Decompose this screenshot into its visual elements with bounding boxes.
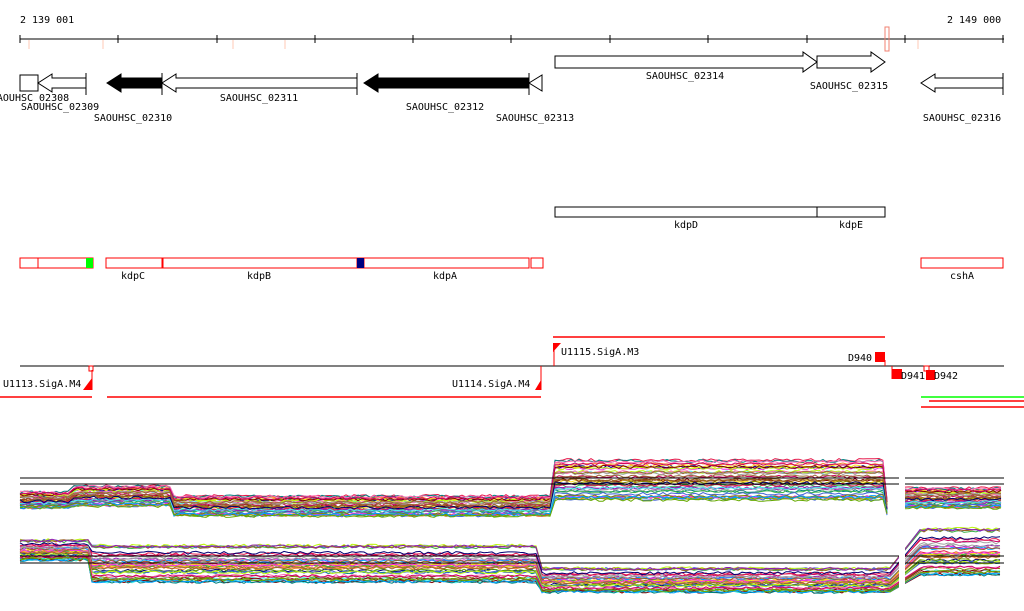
- operon-label: kdpD: [674, 220, 698, 231]
- operon-label: kdpE: [839, 220, 863, 231]
- feature-label: U1113.SigA.M4: [3, 379, 81, 390]
- operon-block[interactable]: [37, 257, 94, 269]
- expression-profiles: [19, 457, 1004, 600]
- operon-label: kdpC: [121, 271, 145, 282]
- gene-arrow[interactable]: [106, 73, 163, 93]
- gene-track: SAOUHSC_02308SAOUHSC_02309SAOUHSC_02310S…: [0, 51, 1004, 124]
- gene-arrow[interactable]: [37, 73, 87, 93]
- marker-green: [86, 258, 93, 268]
- gene-saouhsc_02312[interactable]: SAOUHSC_02312: [363, 73, 530, 113]
- gene-arrow[interactable]: [816, 51, 886, 73]
- marker-navy: [357, 258, 364, 268]
- operon-label: kdpA: [433, 271, 457, 282]
- promoter-marker[interactable]: [83, 378, 92, 390]
- gene-arrow[interactable]: [363, 73, 530, 93]
- operon-block[interactable]: [19, 257, 39, 269]
- feature-label: U1115.SigA.M3: [561, 347, 639, 358]
- gene-saouhsc_02316[interactable]: SAOUHSC_02316: [920, 73, 1004, 124]
- ruler-start-label: 2 139 001: [20, 15, 74, 26]
- terminator-marker[interactable]: [875, 352, 885, 362]
- operon-block[interactable]: [530, 257, 544, 269]
- feature-label: D940: [848, 353, 872, 364]
- operon-label: kdpB: [247, 271, 271, 282]
- gene-label: SAOUHSC_02315: [810, 81, 888, 92]
- operon-block[interactable]: [363, 257, 530, 269]
- gene-arrow[interactable]: [554, 51, 818, 73]
- gene-arrow[interactable]: [161, 73, 358, 93]
- operon-label: cshA: [950, 271, 974, 282]
- gene-label: SAOUHSC_02314: [646, 71, 724, 82]
- gene-label: SAOUHSC_02309: [21, 102, 99, 113]
- promoter-marker[interactable]: [535, 380, 541, 390]
- operon-block[interactable]: [105, 257, 163, 269]
- operon-track: kdpD kdpE kdpC kdpB kdpA cshA: [19, 206, 1004, 282]
- gene-label: SAOUHSC_02316: [923, 113, 1001, 124]
- ruler: 2 139 001 2 149 000: [19, 15, 1004, 52]
- ruler-end-label: 2 149 000: [947, 15, 1001, 26]
- gene-label: SAOUHSC_02311: [220, 93, 298, 104]
- feature-label: D941: [901, 371, 925, 382]
- feature-label: D942: [934, 371, 958, 382]
- operon-block[interactable]: [920, 257, 1004, 269]
- feature-label: U1114.SigA.M4: [452, 379, 530, 390]
- operon-block[interactable]: [554, 206, 818, 218]
- gene-saouhsc_02311[interactable]: SAOUHSC_02311: [161, 73, 358, 104]
- gene-arrow[interactable]: [528, 74, 543, 92]
- gene-arrow[interactable]: [19, 74, 39, 92]
- gene-saouhsc_02310[interactable]: SAOUHSC_02310: [94, 73, 172, 124]
- gene-label: SAOUHSC_02312: [406, 102, 484, 113]
- operon-block[interactable]: [816, 206, 886, 218]
- gene-arrow[interactable]: [920, 73, 1004, 93]
- gene-label: SAOUHSC_02310: [94, 113, 172, 124]
- promoter-track: U1113.SigA.M4 U1114.SigA.M4 U1115.SigA.M3 D…: [0, 336, 1024, 408]
- gene-saouhsc_02315[interactable]: SAOUHSC_02315: [810, 51, 888, 92]
- genome-browser-view[interactable]: 2 139 001 2 149 000 SAOUHSC_02308SAOUHSC…: [0, 0, 1024, 611]
- gene-saouhsc_02314[interactable]: SAOUHSC_02314: [554, 51, 818, 82]
- gene-label: SAOUHSC_02313: [496, 113, 574, 124]
- operon-block[interactable]: [162, 257, 358, 269]
